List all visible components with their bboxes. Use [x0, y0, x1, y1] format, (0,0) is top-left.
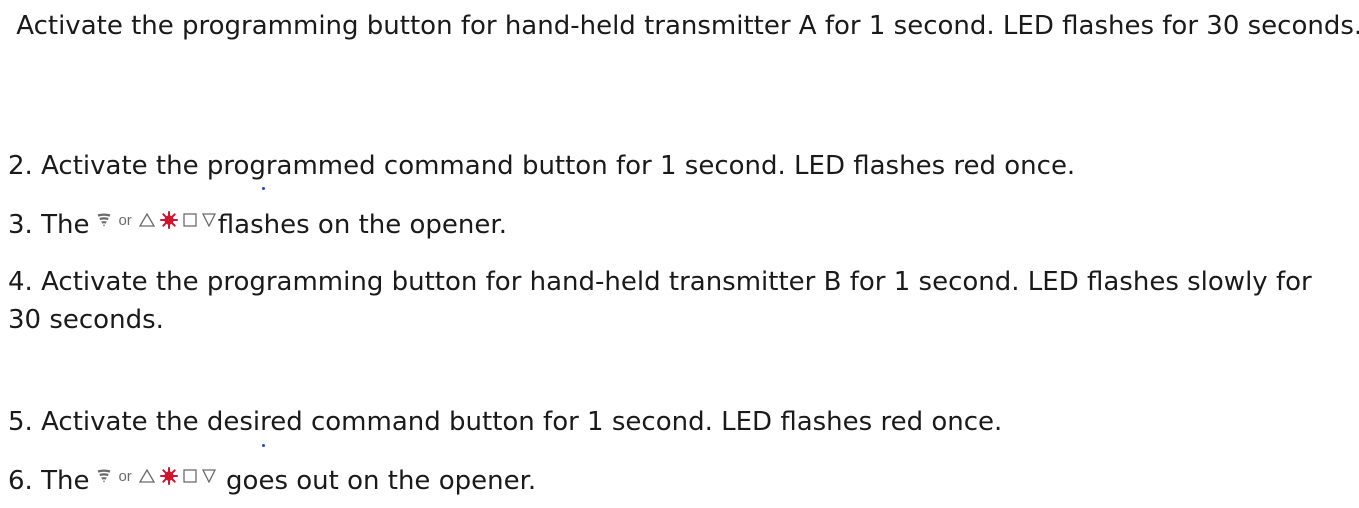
radio-signal-icon: [97, 469, 111, 483]
step-text-after: flashes on the opener.: [217, 210, 507, 240]
cursor-dot: [262, 187, 265, 190]
step-text: Activate the programmed command button f…: [41, 151, 1076, 181]
step-number: 6.: [8, 466, 33, 496]
cursor-dot: [262, 444, 265, 447]
step-4: 4. Activate the programming button for h…: [8, 263, 1353, 339]
step-5: 5. Activate the desired command button f…: [8, 403, 1002, 441]
or-separator: or: [118, 211, 132, 229]
step-text: Activate the programming button for hand…: [8, 267, 1312, 335]
radio-signal-icon: [97, 213, 111, 227]
triangle-down-icon: [201, 213, 216, 227]
step-number: 5.: [8, 407, 33, 437]
step-1: 1. Activate the programming button for h…: [8, 7, 1359, 45]
red-led-burst-icon: [159, 211, 178, 229]
square-icon: [183, 469, 197, 483]
step-number: 2.: [8, 151, 33, 181]
step-number: 4.: [8, 267, 33, 297]
step-6: 6. The or goes out on the opener.: [8, 462, 536, 500]
red-led-burst-icon: [159, 467, 178, 485]
step-text: Activate the desired command button for …: [41, 407, 1003, 437]
status-icons: or: [97, 467, 216, 485]
step-text: Activate the programming button for hand…: [16, 11, 1359, 41]
triangle-up-icon: [138, 469, 155, 483]
step-text-before: The: [41, 210, 90, 240]
triangle-down-icon: [201, 469, 216, 483]
step-number: 3.: [8, 210, 33, 240]
triangle-up-icon: [138, 213, 155, 227]
step-2: 2. Activate the programmed command butto…: [8, 147, 1075, 185]
square-icon: [183, 213, 197, 227]
or-separator: or: [118, 467, 132, 485]
status-icons: or: [97, 211, 216, 229]
step-text-after: goes out on the opener.: [226, 466, 537, 496]
step-text-before: The: [41, 466, 90, 496]
step-3: 3. The or flashes on the opener.: [8, 206, 507, 244]
